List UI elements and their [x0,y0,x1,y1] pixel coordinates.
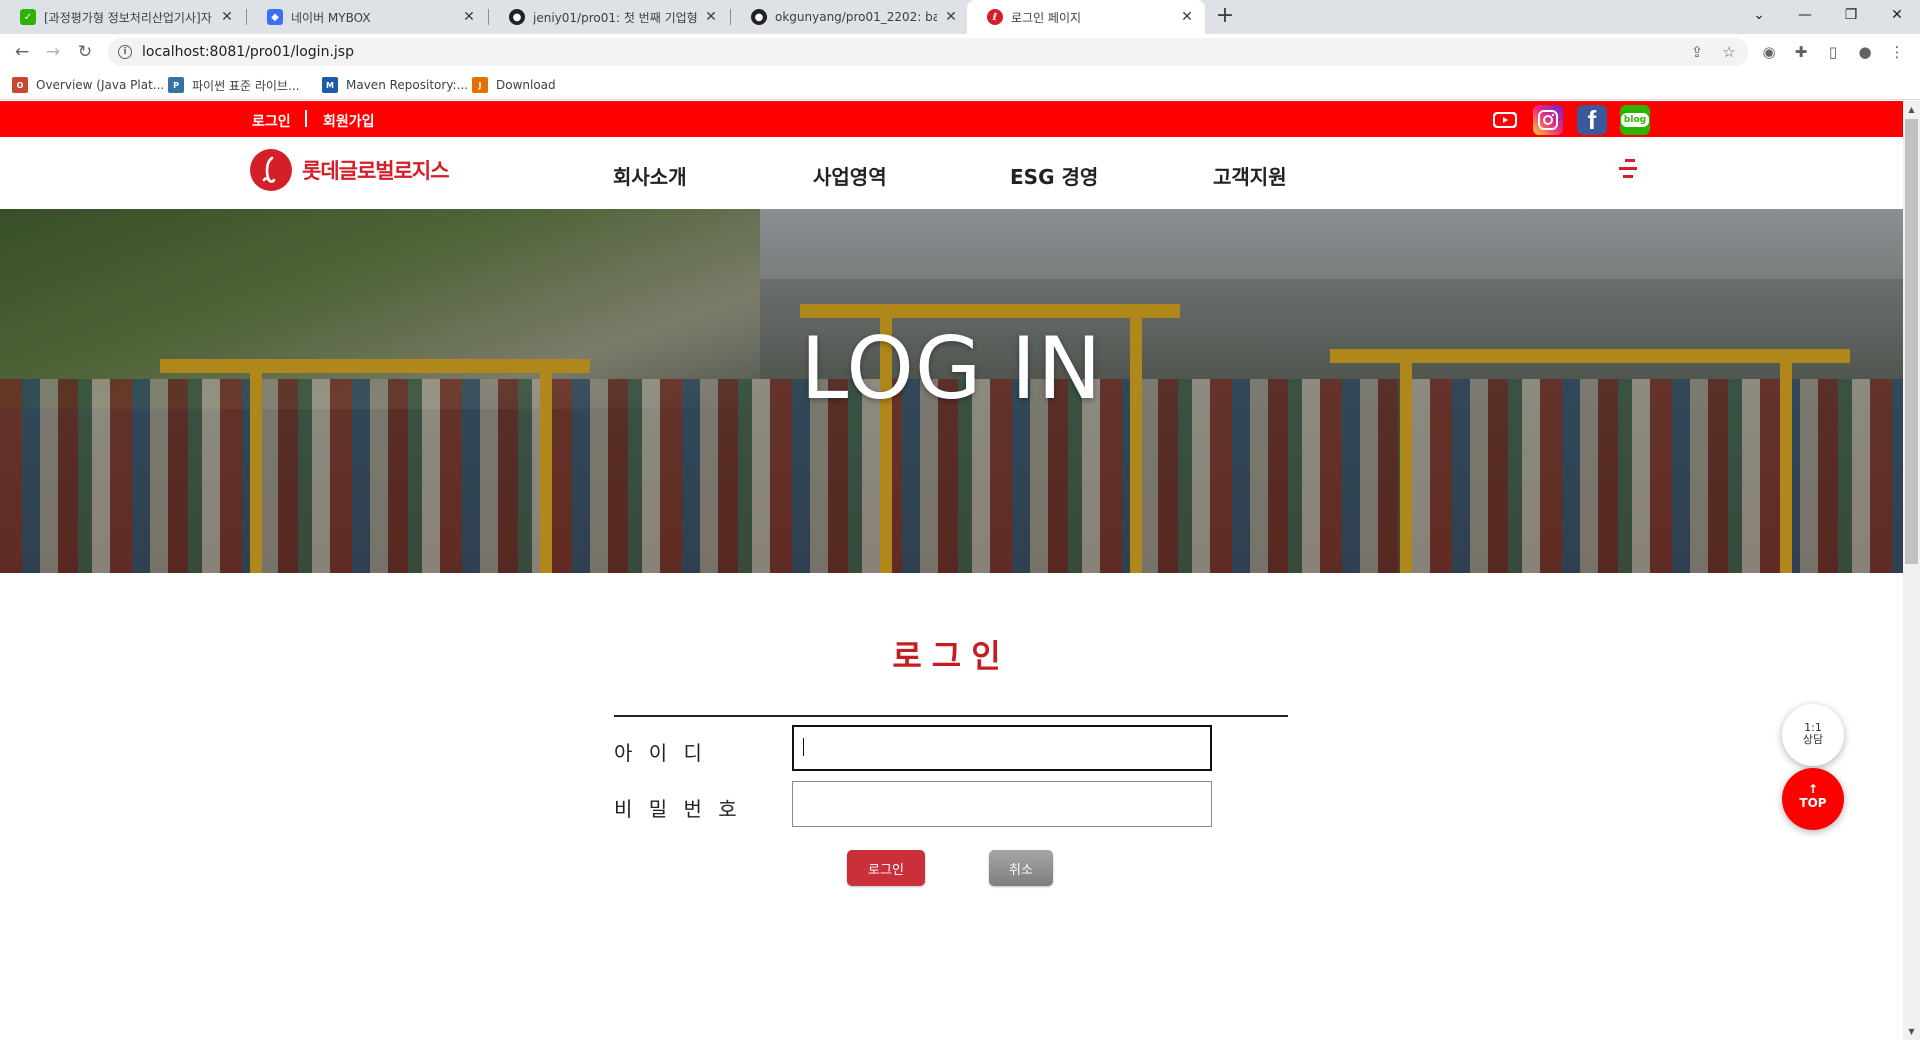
menu-esg[interactable]: ESG 경영 [1010,161,1098,190]
scroll-down-arrow-icon[interactable]: ▼ [1903,1023,1920,1040]
scrollbar-thumb[interactable] [1905,119,1918,564]
page-scrollbar[interactable]: ▲ ▼ [1903,101,1920,1040]
forward-icon[interactable]: → [41,40,65,64]
cancel-button[interactable]: 취소 [989,850,1053,886]
browser-tab-bar: ✓ [과정평가형 정보처리산업기사]자 ✕ ◆ 네이버 MYBOX ✕ ● je… [0,0,1920,34]
site-info-icon[interactable]: i [118,45,132,59]
link-separator [305,110,307,127]
profile-icon[interactable]: ● [1854,42,1876,62]
browser-tab[interactable]: ● okgunyang/pro01_2202: backend ✕ [731,0,969,34]
close-tab-icon[interactable]: ✕ [943,9,959,25]
menu-company-intro[interactable]: 회사소개 [613,161,687,190]
mybox-icon: ◆ [267,9,283,25]
bookmark-label: Download [496,78,556,92]
maven-icon: M [322,77,338,93]
bookmark-item[interactable]: J Download [472,76,556,94]
logo-text[interactable]: 롯데글로벌로지스 [302,155,450,185]
browser-tab[interactable]: ◆ 네이버 MYBOX ✕ [247,0,487,34]
menu-kebab-icon[interactable]: ⋮ [1886,42,1908,62]
blog-icon[interactable]: blog [1620,105,1650,135]
form-top-divider [614,715,1288,717]
browser-tab[interactable]: ● jeniy01/pro01: 첫 번째 기업형 홈 ✕ [489,0,729,34]
github-icon: ● [509,9,525,25]
tab-title: 로그인 페이지 [1011,10,1082,25]
id-input[interactable] [792,725,1212,771]
bookmark-item[interactable]: O Overview (Java Plat... [12,76,164,94]
tab-title: okgunyang/pro01_2202: backend [775,10,937,24]
lotte-logo-icon[interactable] [250,149,292,191]
share-icon[interactable]: ⇪ [1686,42,1708,62]
instagram-icon[interactable] [1533,105,1563,135]
star-icon[interactable]: ☆ [1718,42,1740,62]
facebook-icon[interactable]: f [1577,105,1607,135]
menu-customer-support[interactable]: 고객지원 [1213,161,1287,190]
consult-button[interactable]: 1:1 상담 [1782,704,1844,766]
browser-tab-active[interactable]: ℓ 로그인 페이지 ✕ [967,0,1205,34]
main-navigation: 롯데글로벌로지스 회사소개 사업영역 ESG 경영 고객지원 [0,137,1903,209]
text-caret [803,738,804,756]
scroll-top-button[interactable]: ↑ TOP [1782,768,1844,830]
join-link[interactable]: 회원가입 [323,111,375,131]
password-input[interactable] [792,781,1212,827]
extensions-puzzle-icon[interactable]: ✚ [1790,42,1812,62]
tab-title: jeniy01/pro01: 첫 번째 기업형 홈 [533,10,697,25]
bookmark-item[interactable]: M Maven Repository:... [322,76,468,94]
hamburger-menu-icon[interactable] [1619,159,1637,179]
close-tab-icon[interactable]: ✕ [703,9,719,25]
login-button[interactable]: 로그인 [847,850,925,886]
close-tab-icon[interactable]: ✕ [219,9,235,25]
new-tab-button[interactable]: + [1212,5,1238,29]
hero-title: LOG IN [800,319,1103,419]
java-icon: J [472,77,488,93]
cart-icon: ✓ [20,9,36,25]
menu-business-area[interactable]: 사업영역 [813,161,887,190]
oracle-icon: O [12,77,28,93]
close-window-button[interactable]: ✕ [1874,0,1920,30]
restore-button[interactable]: ❐ [1828,0,1874,30]
page-viewport: 로그인 회원가입 f blog 롯데글로벌로지스 회사소개 사업영역 ESG 경… [0,101,1903,1040]
id-label: 아 이 디 [614,741,707,765]
login-title: 로그인 [892,637,1011,675]
top-label: TOP [1799,796,1827,810]
lotte-icon: ℓ [987,9,1003,25]
youtube-icon[interactable] [1490,105,1520,135]
browser-tab[interactable]: ✓ [과정평가형 정보처리산업기사]자 ✕ [0,0,245,34]
bookmarks-bar: O Overview (Java Plat... P 파이썬 표준 라이브...… [0,70,1920,100]
reload-icon[interactable]: ↻ [73,40,97,64]
bookmark-label: Maven Repository:... [346,78,469,92]
tab-search-icon[interactable]: ⌄ [1736,0,1782,30]
github-icon: ● [751,9,767,25]
bookmark-label: Overview (Java Plat... [36,78,165,92]
tab-title: [과정평가형 정보처리산업기사]자 [44,10,212,25]
minimize-button[interactable]: — [1782,0,1828,30]
scroll-up-arrow-icon[interactable]: ▲ [1903,101,1920,118]
consult-line2: 상담 [1802,733,1824,746]
password-label: 비 밀 번 호 [614,797,742,821]
blog-label: blog [1620,113,1650,127]
login-link[interactable]: 로그인 [252,111,291,131]
browser-toolbar: ← → ↻ i localhost:8081/pro01/login.jsp ⇪… [0,34,1920,70]
close-tab-icon[interactable]: ✕ [1179,9,1195,25]
back-icon[interactable]: ← [10,40,34,64]
hero-banner: LOG IN [0,209,1903,573]
top-utility-bar: 로그인 회원가입 f blog [0,101,1903,137]
url-text: localhost:8081/pro01/login.jsp [142,44,354,60]
close-tab-icon[interactable]: ✕ [461,9,477,25]
python-icon: P [168,77,184,93]
arrow-up-icon: ↑ [1807,782,1819,796]
extension-globe-icon[interactable]: ◉ [1758,42,1780,62]
address-bar[interactable]: i localhost:8081/pro01/login.jsp [108,38,1748,66]
side-panel-icon[interactable]: ▯ [1822,42,1844,62]
tab-title: 네이버 MYBOX [291,10,371,25]
bookmark-label: 파이썬 표준 라이브... [192,78,300,93]
bookmark-item[interactable]: P 파이썬 표준 라이브... [168,76,299,94]
